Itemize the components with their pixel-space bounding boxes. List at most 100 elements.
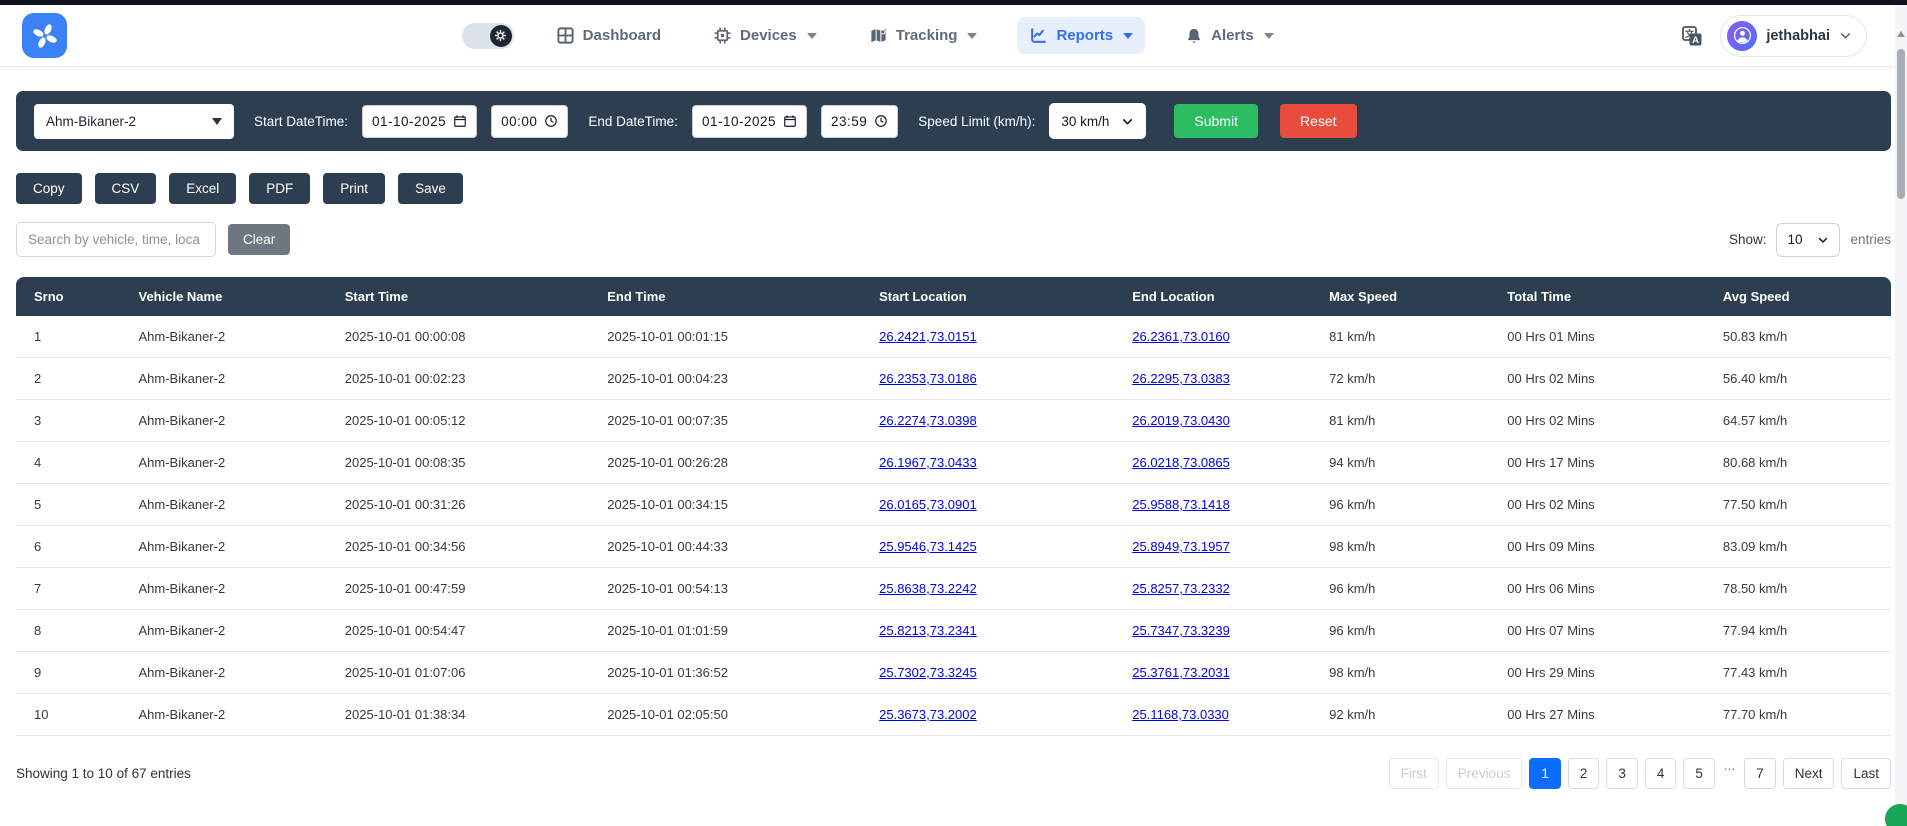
show-label: Show: — [1729, 232, 1767, 247]
location-cell: 25.9588,73.1418 — [1122, 484, 1319, 526]
end-location-link[interactable]: 26.2019,73.0430 — [1132, 413, 1230, 428]
cell: 2025-10-01 00:44:33 — [597, 526, 869, 568]
start-location-link[interactable]: 25.3673,73.2002 — [879, 707, 977, 722]
translate-icon[interactable]: 文 A — [1680, 24, 1704, 48]
user-menu[interactable]: jethabhai — [1720, 15, 1867, 57]
table-body: 1Ahm-Bikaner-22025-10-01 00:00:082025-10… — [16, 316, 1891, 736]
submit-button[interactable]: Submit — [1174, 104, 1258, 138]
end-location-link[interactable]: 25.9588,73.1418 — [1132, 497, 1230, 512]
bell-icon — [1185, 27, 1203, 45]
app-logo[interactable] — [22, 13, 67, 58]
cell: 00 Hrs 17 Mins — [1497, 442, 1713, 484]
cell: 77.70 km/h — [1713, 694, 1891, 736]
col-start-location: Start Location — [869, 277, 1122, 316]
cell: 2025-10-01 00:02:23 — [335, 358, 598, 400]
table-row: 4Ahm-Bikaner-22025-10-01 00:08:352025-10… — [16, 442, 1891, 484]
excel-button[interactable]: Excel — [169, 173, 236, 204]
csv-button[interactable]: CSV — [95, 173, 157, 204]
entries-per-page-select[interactable]: 10 — [1776, 223, 1840, 257]
page-button-5[interactable]: 5 — [1683, 758, 1715, 789]
end-location-link[interactable]: 25.8949,73.1957 — [1132, 539, 1230, 554]
svg-text:A: A — [1692, 35, 1699, 46]
page-button-next[interactable]: Next — [1783, 758, 1835, 789]
dropdown-caret-icon — [212, 118, 222, 125]
cell: 2025-10-01 00:07:35 — [597, 400, 869, 442]
start-location-link[interactable]: 26.2274,73.0398 — [879, 413, 977, 428]
reset-button[interactable]: Reset — [1280, 104, 1357, 138]
start-time-input[interactable]: 00:00 — [491, 105, 568, 138]
cell: Ahm-Bikaner-2 — [129, 400, 335, 442]
start-location-link[interactable]: 25.7302,73.3245 — [879, 665, 977, 680]
nav-item-tracking[interactable]: Tracking — [857, 17, 990, 54]
start-location-link[interactable]: 26.2421,73.0151 — [879, 329, 977, 344]
save-button[interactable]: Save — [398, 173, 463, 204]
search-input[interactable] — [16, 222, 216, 257]
scrollbar-thumb[interactable] — [1897, 49, 1905, 199]
end-location-link[interactable]: 26.0218,73.0865 — [1132, 455, 1230, 470]
speed-limit-select[interactable]: 30 km/h — [1049, 103, 1146, 139]
vehicle-select[interactable]: Ahm-Bikaner-2 — [34, 104, 234, 139]
page-button-3[interactable]: 3 — [1606, 758, 1638, 789]
start-date-input[interactable]: 01-10-2025 — [362, 105, 477, 138]
cell: 2025-10-01 00:01:15 — [597, 316, 869, 358]
nav-label-alerts: Alerts — [1211, 27, 1254, 44]
end-location-link[interactable]: 25.3761,73.2031 — [1132, 665, 1230, 680]
scrollbar[interactable] — [1895, 5, 1907, 826]
cell: 92 km/h — [1319, 694, 1497, 736]
cell: Ahm-Bikaner-2 — [129, 358, 335, 400]
pdf-button[interactable]: PDF — [249, 173, 310, 204]
cell: 80.68 km/h — [1713, 442, 1891, 484]
chevron-down-icon — [967, 33, 977, 39]
location-cell: 25.3761,73.2031 — [1122, 652, 1319, 694]
cell: 98 km/h — [1319, 526, 1497, 568]
start-location-link[interactable]: 26.0165,73.0901 — [879, 497, 977, 512]
end-location-link[interactable]: 25.8257,73.2332 — [1132, 581, 1230, 596]
cell: 2025-10-01 00:47:59 — [335, 568, 598, 610]
speed-limit-label: Speed Limit (km/h): — [918, 114, 1035, 129]
col-avg-speed: Avg Speed — [1713, 277, 1891, 316]
nav-item-reports[interactable]: Reports — [1017, 17, 1145, 54]
start-location-link[interactable]: 25.8213,73.2341 — [879, 623, 977, 638]
scrollbar-up-arrow-icon[interactable] — [1897, 31, 1905, 37]
end-location-link[interactable]: 25.7347,73.3239 — [1132, 623, 1230, 638]
theme-toggle[interactable] — [462, 23, 514, 49]
person-icon — [1733, 26, 1752, 45]
end-date-input[interactable]: 01-10-2025 — [692, 105, 807, 138]
cell: 96 km/h — [1319, 568, 1497, 610]
line-chart-icon — [1029, 26, 1048, 45]
col-srno: Srno — [16, 277, 129, 316]
pagination: FirstPrevious12345...7NextLast — [1389, 758, 1891, 789]
cell: 81 km/h — [1319, 316, 1497, 358]
start-location-link[interactable]: 25.9546,73.1425 — [879, 539, 977, 554]
start-location-link[interactable]: 25.8638,73.2242 — [879, 581, 977, 596]
cell: 2025-10-01 00:04:23 — [597, 358, 869, 400]
nav-item-dashboard[interactable]: Dashboard — [544, 17, 673, 54]
end-location-link[interactable]: 26.2361,73.0160 — [1132, 329, 1230, 344]
page-button-1[interactable]: 1 — [1529, 758, 1561, 789]
start-location-link[interactable]: 26.1967,73.0433 — [879, 455, 977, 470]
page-button-last[interactable]: Last — [1841, 758, 1891, 789]
grid-icon — [556, 26, 575, 45]
nav-item-devices[interactable]: Devices — [701, 17, 829, 54]
start-datetime-label: Start DateTime: — [254, 114, 348, 129]
location-cell: 26.2421,73.0151 — [869, 316, 1122, 358]
page-button-2[interactable]: 2 — [1568, 758, 1600, 789]
location-cell: 26.0218,73.0865 — [1122, 442, 1319, 484]
cell: 2025-10-01 00:00:08 — [335, 316, 598, 358]
user-name: jethabhai — [1766, 28, 1830, 44]
nav-item-alerts[interactable]: Alerts — [1173, 18, 1286, 54]
page-button-4[interactable]: 4 — [1645, 758, 1677, 789]
end-time-input[interactable]: 23:59 — [821, 105, 898, 138]
table-row: 5Ahm-Bikaner-22025-10-01 00:31:262025-10… — [16, 484, 1891, 526]
print-button[interactable]: Print — [323, 173, 385, 204]
clear-button[interactable]: Clear — [228, 224, 290, 255]
end-time-value: 23:59 — [831, 114, 867, 129]
page-button-7[interactable]: 7 — [1744, 758, 1776, 789]
table-row: 1Ahm-Bikaner-22025-10-01 00:00:082025-10… — [16, 316, 1891, 358]
copy-button[interactable]: Copy — [16, 173, 82, 204]
end-location-link[interactable]: 25.1168,73.0330 — [1132, 707, 1229, 722]
end-location-link[interactable]: 26.2295,73.0383 — [1132, 371, 1230, 386]
cell: 98 km/h — [1319, 652, 1497, 694]
start-location-link[interactable]: 26.2353,73.0186 — [879, 371, 977, 386]
gear-icon — [494, 29, 507, 42]
